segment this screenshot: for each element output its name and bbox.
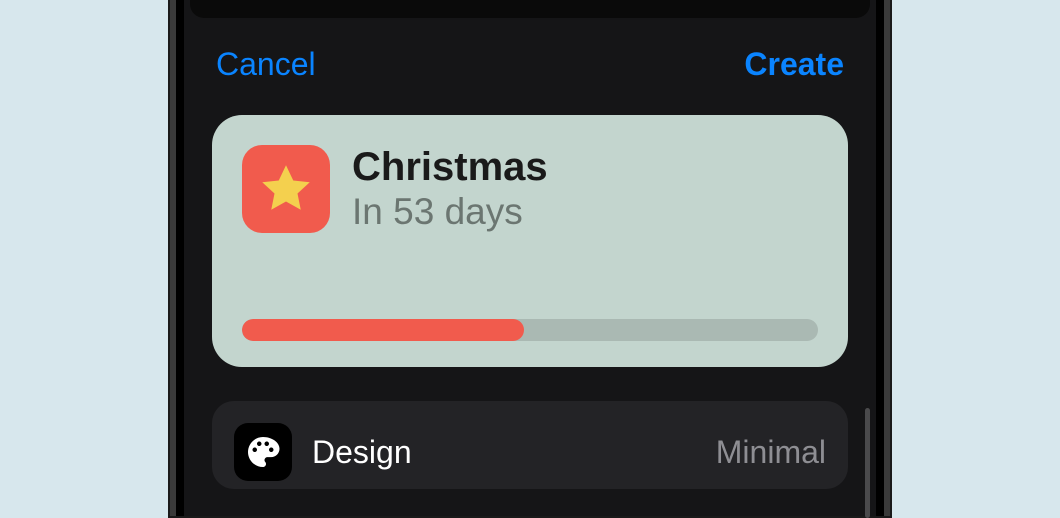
sheet-background-peek — [190, 0, 870, 18]
nav-bar: Cancel Create — [212, 18, 848, 115]
design-label: Design — [312, 434, 696, 471]
preview-text: Christmas In 53 days — [352, 145, 548, 233]
palette-icon-tile — [234, 423, 292, 481]
design-value: Minimal — [716, 434, 826, 471]
phone-screen: Cancel Create Christmas In 53 days — [184, 0, 876, 516]
progress-fill — [242, 319, 524, 341]
event-title: Christmas — [352, 145, 548, 189]
phone-frame: Cancel Create Christmas In 53 days — [170, 0, 890, 516]
event-icon-tile — [242, 145, 330, 233]
scroll-indicator[interactable] — [865, 408, 870, 518]
progress-bar — [242, 319, 818, 341]
modal-sheet: Cancel Create Christmas In 53 days — [184, 18, 876, 516]
create-button[interactable]: Create — [744, 46, 844, 83]
cancel-button[interactable]: Cancel — [216, 46, 316, 83]
design-row[interactable]: Design Minimal — [234, 415, 826, 489]
widget-preview-card: Christmas In 53 days — [212, 115, 848, 367]
palette-icon — [245, 434, 281, 470]
star-icon — [256, 159, 316, 219]
settings-list: Design Minimal — [212, 401, 848, 489]
event-countdown: In 53 days — [352, 191, 548, 233]
preview-header: Christmas In 53 days — [242, 145, 818, 233]
